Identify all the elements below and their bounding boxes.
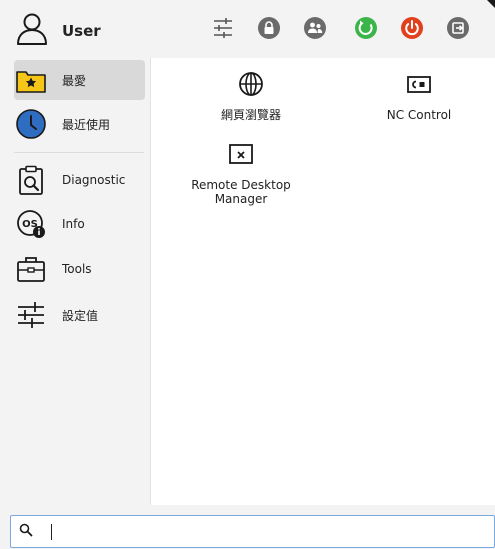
user-account[interactable]: User (14, 12, 101, 50)
user-icon (14, 12, 50, 50)
sidebar-item-tools[interactable]: Tools (14, 249, 145, 289)
globe-icon (237, 70, 265, 102)
header-bar: User (0, 0, 495, 58)
restart-button[interactable] (353, 17, 379, 43)
sidebar-item-favorites[interactable]: 最愛 (14, 60, 145, 100)
sidebar-item-recent[interactable]: 最近使用 (14, 104, 145, 144)
app-label-line: Remote Desktop (191, 178, 291, 192)
logout-button[interactable] (445, 17, 471, 43)
app-grid: 網頁瀏覽器 NC Control Remote Desktop Manager (150, 58, 495, 505)
app-label: NC Control (386, 108, 452, 122)
sidebar-item-label: 設定值 (62, 308, 99, 323)
sliders-icon (211, 16, 235, 44)
launcher-window: User 最愛 最近使用 Diagnostic OS Info Tools 設定… (0, 0, 495, 549)
sidebar-item-diagnostic[interactable]: Diagnostic (14, 160, 145, 200)
logout-icon (446, 16, 470, 44)
remote-desktop-icon (227, 140, 255, 172)
lock-icon (257, 16, 281, 44)
app-nc-control[interactable]: NC Control (359, 70, 479, 122)
sidebar-item-label: 最近使用 (62, 117, 111, 132)
lock-button[interactable] (256, 17, 282, 43)
app-web-browser[interactable]: 網頁瀏覽器 (191, 70, 311, 122)
toolbox-icon (14, 252, 48, 286)
search-input[interactable] (41, 524, 471, 539)
sidebar-item-label: Diagnostic (62, 173, 126, 187)
clipboard-search-icon (14, 163, 48, 197)
switch-user-button[interactable] (302, 17, 328, 43)
sidebar-divider (14, 152, 144, 153)
user-name: User (62, 22, 101, 40)
power-icon (400, 16, 424, 44)
restart-icon (354, 16, 378, 44)
sidebar-item-label: Info (62, 217, 85, 231)
sidebar-item-label: Tools (62, 262, 92, 276)
sidebar-item-info[interactable]: OS Info (14, 204, 145, 244)
sidebar-item-label: 最愛 (62, 73, 87, 88)
sidebar: 最愛 最近使用 Diagnostic OS Info Tools 設定值 (0, 58, 150, 505)
sliders-button[interactable] (210, 17, 236, 43)
clock-icon (14, 107, 48, 141)
search-bar[interactable] (10, 515, 495, 548)
settings-sliders-icon (14, 298, 48, 332)
power-button[interactable] (399, 17, 425, 43)
corner-indicator (487, 0, 495, 8)
os-info-icon: OS (14, 207, 48, 241)
nc-control-icon (405, 70, 433, 102)
app-remote-desktop-manager[interactable]: Remote Desktop Manager (171, 140, 311, 206)
app-label-line: Manager (214, 192, 268, 206)
search-icon (19, 522, 33, 541)
sidebar-item-settings[interactable]: 設定值 (14, 295, 145, 335)
app-label: Remote Desktop Manager (191, 178, 291, 206)
switch-user-icon (303, 16, 327, 44)
star-folder-icon (14, 63, 48, 97)
text-caret (51, 524, 52, 540)
app-label: 網頁瀏覽器 (220, 108, 281, 122)
